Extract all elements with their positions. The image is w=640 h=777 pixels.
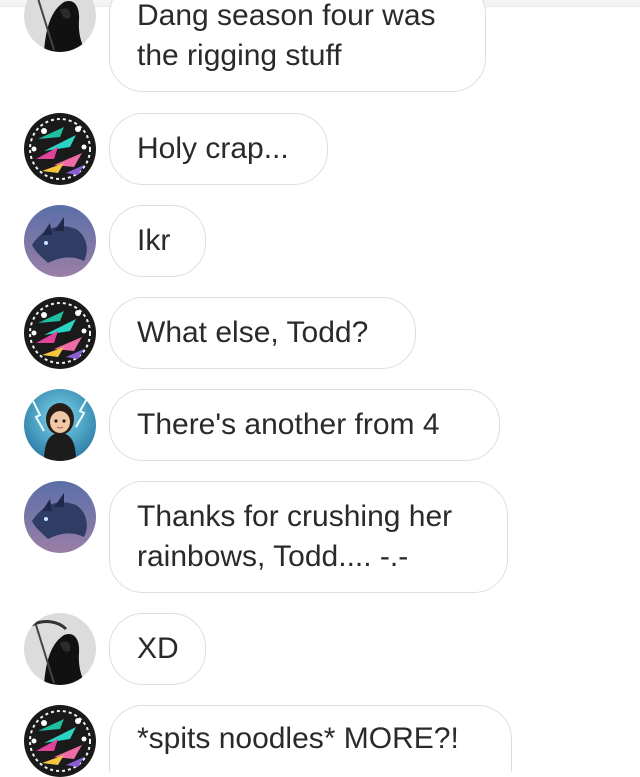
message-text: rainbows, Todd.... -.- [137, 540, 409, 573]
message-text: the rigging stuff [137, 39, 342, 72]
message-text: There's another from 4 [137, 408, 440, 441]
message-bubble[interactable]: What else, Todd? [109, 297, 416, 369]
message-bubble[interactable]: Dang season four was the rigging stuff [109, 0, 486, 92]
grim-reaper-avatar[interactable] [24, 613, 96, 685]
message-bubble[interactable]: Holy crap... [109, 113, 328, 185]
message-bubble[interactable]: *spits noodles* MORE?! [109, 705, 512, 772]
grim-reaper-avatar[interactable] [24, 0, 96, 52]
mandala-avatar[interactable] [24, 705, 96, 777]
message-bubble[interactable]: Ikr [109, 205, 206, 277]
lightning-girl-avatar[interactable] [24, 389, 96, 461]
message-text: *spits noodles* MORE?! [137, 722, 459, 755]
message-text: Holy crap... [137, 132, 289, 165]
dragon-avatar[interactable] [24, 205, 96, 277]
message-bubble[interactable]: Thanks for crushing her rainbows, Todd..… [109, 481, 508, 593]
message-text: Ikr [137, 224, 171, 257]
mandala-avatar[interactable] [24, 297, 96, 369]
message-bubble[interactable]: There's another from 4 [109, 389, 500, 461]
mandala-avatar[interactable] [24, 113, 96, 185]
message-text: Thanks for crushing her [137, 500, 453, 533]
message-text: Dang season four was [137, 0, 436, 32]
message-text: What else, Todd? [137, 316, 369, 349]
dragon-avatar[interactable] [24, 481, 96, 553]
message-bubble[interactable]: XD [109, 613, 206, 685]
message-text: XD [137, 632, 179, 665]
